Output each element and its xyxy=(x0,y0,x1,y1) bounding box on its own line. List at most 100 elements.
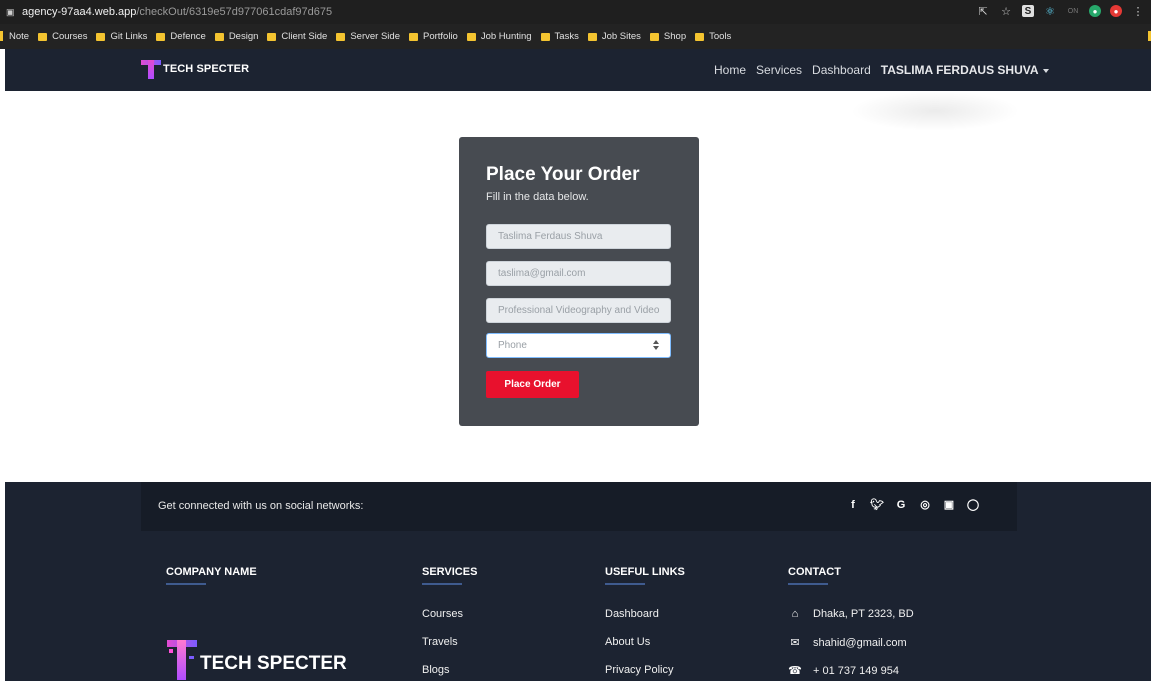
footer-contact-column: CONTACT xyxy=(788,566,841,585)
home-icon: ⌂ xyxy=(791,608,799,620)
share-icon[interactable]: ⇱ xyxy=(976,4,990,18)
footer-link-about[interactable]: About Us xyxy=(605,636,650,648)
service-field[interactable]: Professional Videography and Video xyxy=(486,298,671,323)
envelope-icon: ✉ xyxy=(790,637,800,649)
folder-icon xyxy=(466,32,476,41)
folder-icon xyxy=(267,32,277,41)
linkedin-icon[interactable]: ▣ xyxy=(942,498,956,512)
url-host: agency-97aa4.web.app xyxy=(22,6,137,18)
bookmark-label: Tools xyxy=(709,31,732,42)
user-name: TASLIMA FERDAUS SHUVA xyxy=(880,63,1039,77)
contact-email[interactable]: ✉ shahid@gmail.com xyxy=(788,636,907,649)
extension-green-icon[interactable]: ● xyxy=(1089,5,1101,17)
nav-links: Home Services Dashboard TASLIMA FERDAUS … xyxy=(714,63,1049,77)
contact-phone[interactable]: ☎ + 01 737 149 954 xyxy=(788,664,899,677)
footer-logo-t-icon xyxy=(167,634,197,680)
browser-toolbar-icons: ⇱ ☆ S ⚛ ON ● ● ⋮ xyxy=(976,4,1145,18)
social-text: Get connected with us on social networks… xyxy=(158,500,364,512)
folder-icon xyxy=(156,32,166,41)
social-bar: Get connected with us on social networks… xyxy=(141,482,1017,531)
bookmark-label: Defence xyxy=(170,31,206,42)
folder-icon xyxy=(38,32,48,41)
logo-t-icon xyxy=(141,58,161,80)
extension-s-icon[interactable]: S xyxy=(1022,5,1034,17)
star-icon[interactable]: ☆ xyxy=(999,4,1013,18)
folder-icon xyxy=(96,32,106,41)
facebook-icon[interactable]: f xyxy=(846,498,860,512)
email-text: shahid@gmail.com xyxy=(813,637,907,649)
footer-brand-name: TECH SPECTER xyxy=(200,653,347,674)
bookmark-item[interactable]: Server Side xyxy=(336,31,400,42)
bookmark-label: Job Hunting xyxy=(480,31,532,42)
bookmark-item[interactable]: Note xyxy=(9,31,29,42)
bookmark-label: Shop xyxy=(663,31,687,42)
bookmark-item[interactable]: Tasks xyxy=(540,31,579,42)
github-icon[interactable]: ◯ xyxy=(966,498,980,512)
bookmark-item[interactable]: Portfolio xyxy=(408,31,458,42)
bookmark-item[interactable]: Git Links xyxy=(96,31,147,42)
bookmark-item[interactable]: Job Sites xyxy=(587,31,641,42)
order-subtitle: Fill in the data below. xyxy=(486,191,589,203)
extension-red-icon[interactable]: ● xyxy=(1110,5,1122,17)
social-icons: f 🐦︎ G ◎ ▣ ◯ xyxy=(846,498,980,512)
footer-link-travels[interactable]: Travels xyxy=(422,636,458,648)
bookmark-item[interactable]: Defence xyxy=(156,31,206,42)
footer-link-privacy[interactable]: Privacy Policy xyxy=(605,664,673,676)
google-icon[interactable]: G xyxy=(894,498,908,512)
services-heading: SERVICES xyxy=(422,566,478,578)
caret-down-icon xyxy=(1042,68,1049,73)
brand-name: TECH SPECTER xyxy=(163,63,250,75)
number-spinner-icon[interactable] xyxy=(652,340,660,351)
footer-link-courses[interactable]: Courses xyxy=(422,608,463,620)
footer-logo[interactable]: TECH SPECTER xyxy=(167,634,347,680)
heading-underline xyxy=(166,583,206,585)
heading-underline xyxy=(605,583,645,585)
folder-icon xyxy=(336,32,346,41)
footer-company-column: COMPANY NAME xyxy=(166,566,257,585)
bookmark-item[interactable]: Job Hunting xyxy=(466,31,532,42)
instagram-icon[interactable]: ◎ xyxy=(918,498,932,512)
bookmark-item[interactable]: Courses xyxy=(38,31,87,42)
twitter-icon[interactable]: 🐦︎ xyxy=(870,498,884,512)
phone-text: + 01 737 149 954 xyxy=(813,665,899,677)
phone-input[interactable]: Phone xyxy=(486,333,671,358)
browser-url-bar[interactable]: ▣ agency-97aa4.web.app/checkOut/6319e57d… xyxy=(0,0,1151,24)
name-field[interactable]: Taslima Ferdaus Shuva xyxy=(486,224,671,249)
menu-dots-icon[interactable]: ⋮ xyxy=(1131,4,1145,18)
phone-icon: ☎ xyxy=(788,665,802,677)
bookmark-item[interactable]: Client Side xyxy=(267,31,327,42)
user-dropdown[interactable]: TASLIMA FERDAUS SHUVA xyxy=(881,63,1049,77)
bookmarks-bar: Note Courses Git Links Defence Design Cl… xyxy=(0,24,1151,49)
bookmark-label: Client Side xyxy=(281,31,328,42)
site-footer: Get connected with us on social networks… xyxy=(5,482,1151,681)
bookmark-item[interactable]: Tools xyxy=(695,31,731,42)
url-path: /checkOut/6319e57d977061cdaf97d675 xyxy=(136,6,333,18)
folder-icon xyxy=(587,32,597,41)
nav-services-link[interactable]: Services xyxy=(756,63,802,77)
footer-link-dashboard[interactable]: Dashboard xyxy=(605,608,659,620)
nav-dashboard-link[interactable]: Dashboard xyxy=(812,63,871,77)
folder-icon xyxy=(695,32,705,41)
folder-icon xyxy=(214,32,224,41)
order-title: Place Your Order xyxy=(486,164,640,185)
footer-useful-column: USEFUL LINKS xyxy=(605,566,685,585)
bookmark-label: Portfolio xyxy=(422,31,458,42)
footer-link-blogs[interactable]: Blogs xyxy=(422,664,450,676)
bookmark-item[interactable]: Shop xyxy=(649,31,687,42)
bookmark-edge-folder-icon xyxy=(0,31,3,41)
folder-icon xyxy=(540,32,550,41)
bookmark-label: Tasks xyxy=(554,31,579,42)
bookmark-label: Courses xyxy=(52,31,88,42)
bookmark-label: Design xyxy=(228,31,259,42)
extension-on-icon[interactable]: ON xyxy=(1066,4,1080,18)
email-field[interactable]: taslima@gmail.com xyxy=(486,261,671,286)
heading-underline xyxy=(788,583,828,585)
bookmark-item[interactable]: Design xyxy=(214,31,259,42)
brand-logo[interactable]: TECH SPECTER xyxy=(141,58,249,80)
contact-heading: CONTACT xyxy=(788,566,841,578)
bookmark-label: Git Links xyxy=(110,31,148,42)
nav-home-link[interactable]: Home xyxy=(714,63,746,77)
site-navbar: TECH SPECTER Home Services Dashboard TAS… xyxy=(5,49,1151,91)
place-order-button[interactable]: Place Order xyxy=(486,371,579,398)
extension-atom-icon[interactable]: ⚛ xyxy=(1043,4,1057,18)
